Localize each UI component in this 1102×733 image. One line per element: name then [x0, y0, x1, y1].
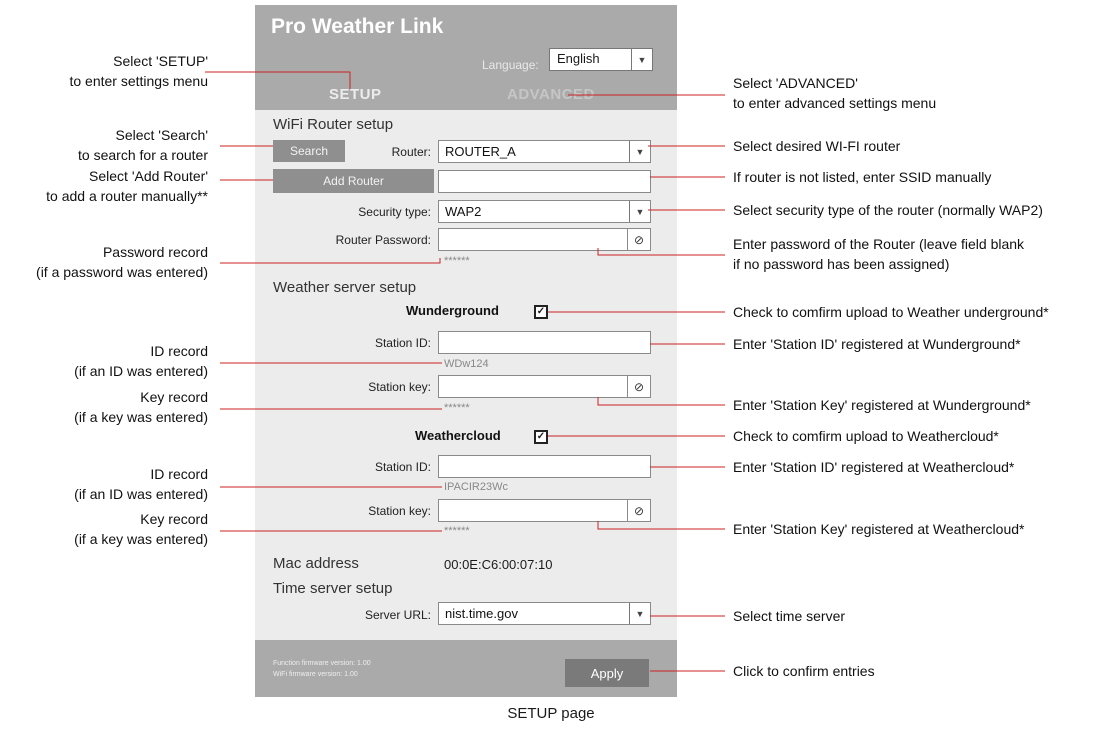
- annotation-advanced-line1: Select 'ADVANCED': [733, 75, 858, 91]
- annotation-id-record-2: ID record (if an ID was entered): [0, 464, 208, 504]
- leader-wc-key: [597, 521, 725, 530]
- leader-password: [597, 248, 725, 256]
- annotation-wu-key: Enter 'Station Key' registered at Wunder…: [733, 397, 1031, 413]
- annotation-ssid: If router is not listed, enter SSID manu…: [733, 169, 992, 185]
- annotation-key-record-2-line2: (if a key was entered): [74, 531, 208, 547]
- annotation-search-line2: to search for a router: [78, 147, 208, 163]
- annotation-id-record-2-line1: ID record: [150, 466, 208, 482]
- annotation-password-record-line1: Password record: [102, 244, 208, 260]
- annotation-advanced-line2: to enter advanced settings menu: [733, 95, 937, 111]
- leader-setup: [205, 71, 351, 89]
- annotation-wc-check: Check to comfirm upload to Weathercloud*: [733, 428, 999, 444]
- annotation-router: Select desired WI-FI router: [733, 138, 901, 154]
- annotation-id-record-1-line1: ID record: [150, 343, 208, 359]
- annotation-setup: Select 'SETUP' to enter settings menu: [0, 51, 208, 91]
- annotation-security: Select security type of the router (norm…: [733, 202, 1043, 218]
- annotation-password-record-line2: (if a password was entered): [36, 264, 208, 280]
- annotation-password-line2: if no password has been assigned): [733, 256, 950, 272]
- annotation-setup-line1: Select 'SETUP': [113, 53, 208, 69]
- annotation-key-record-1: Key record (if a key was entered): [0, 387, 208, 427]
- annotation-key-record-2: Key record (if a key was entered): [0, 509, 208, 549]
- annotation-time: Select time server: [733, 608, 846, 624]
- annotation-password-record: Password record (if a password was enter…: [0, 242, 208, 282]
- annotation-setup-line2: to enter settings menu: [69, 73, 208, 89]
- annotation-wc-id: Enter 'Station ID' registered at Weather…: [733, 459, 1015, 475]
- leader-wu-key: [597, 397, 725, 406]
- annotation-wu-id: Enter 'Station ID' registered at Wunderg…: [733, 336, 1021, 352]
- annotation-search-line1: Select 'Search': [115, 127, 208, 143]
- leader-password-record: [220, 258, 441, 264]
- annotation-password: Enter password of the Router (leave fiel…: [733, 234, 1098, 274]
- annotation-add-router-line1: Select 'Add Router': [89, 168, 208, 184]
- annotation-key-record-1-line1: Key record: [140, 389, 208, 405]
- annotation-id-record-2-line2: (if an ID was entered): [74, 486, 208, 502]
- annotation-wu-check: Check to comfirm upload to Weather under…: [733, 304, 1049, 320]
- annotation-id-record-1: ID record (if an ID was entered): [0, 341, 208, 381]
- annotation-id-record-1-line2: (if an ID was entered): [74, 363, 208, 379]
- annotation-search: Select 'Search' to search for a router: [0, 125, 208, 165]
- figure-caption: SETUP page: [507, 705, 595, 722]
- annotation-add-router-line2: to add a router manually**: [46, 188, 208, 204]
- annotation-wc-key: Enter 'Station Key' registered at Weathe…: [733, 521, 1025, 537]
- annotation-key-record-2-line1: Key record: [140, 511, 208, 527]
- annotation-advanced: Select 'ADVANCED' to enter advanced sett…: [733, 73, 1098, 113]
- annotation-key-record-1-line2: (if a key was entered): [74, 409, 208, 425]
- annotation-add-router: Select 'Add Router' to add a router manu…: [0, 166, 208, 206]
- annotation-apply: Click to confirm entries: [733, 663, 875, 679]
- annotation-password-line1: Enter password of the Router (leave fiel…: [733, 236, 1025, 252]
